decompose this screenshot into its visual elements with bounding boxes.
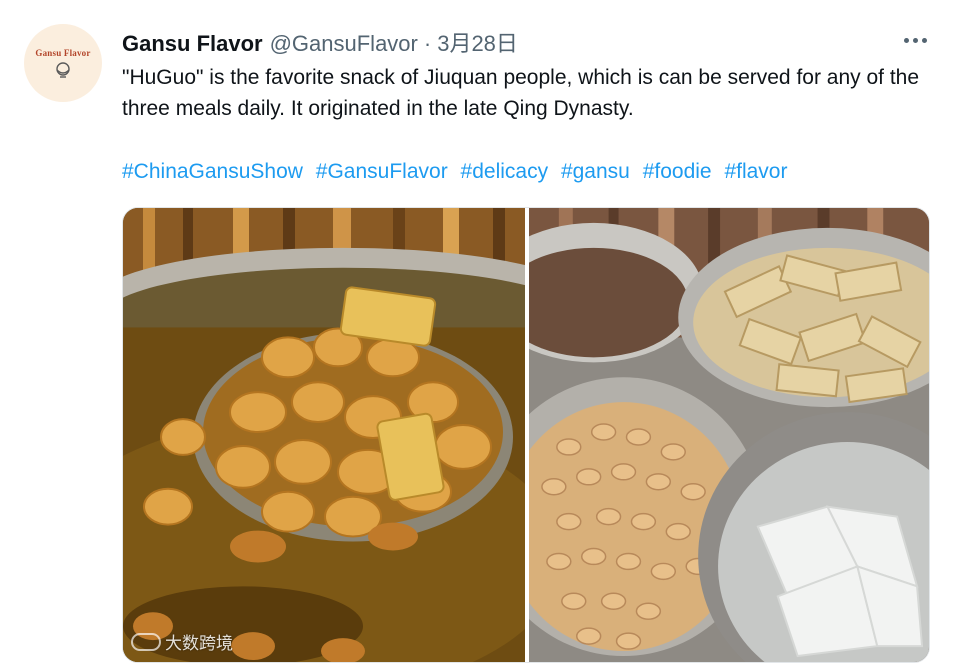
- avatar[interactable]: Gansu Flavor: [24, 24, 102, 102]
- tweet[interactable]: Gansu Flavor Gansu Flavor @GansuFlavor ·…: [0, 0, 957, 671]
- tweet-text: "HuGuo" is the favorite snack of Jiuquan…: [122, 66, 920, 120]
- bowl-icon: [56, 61, 70, 78]
- media-grid: 大数跨境: [122, 207, 930, 663]
- media-photo-ladle[interactable]: 大数跨境: [123, 208, 525, 662]
- hashtag-link[interactable]: #foodie: [643, 160, 712, 183]
- hashtag-link[interactable]: #GansuFlavor: [316, 160, 448, 183]
- tweet-header: Gansu Flavor @GansuFlavor · 3月28日: [122, 26, 518, 57]
- display-name[interactable]: Gansu Flavor: [122, 31, 263, 57]
- hashtag-link[interactable]: #delicacy: [461, 160, 549, 183]
- watermark: 大数跨境: [131, 629, 233, 654]
- media-photo-bowls[interactable]: [529, 208, 929, 662]
- more-options-icon[interactable]: [904, 38, 927, 43]
- hashtag-link[interactable]: #flavor: [724, 160, 787, 183]
- avatar-brand-text: Gansu Flavor: [35, 47, 91, 58]
- watermark-logo-icon: [131, 632, 161, 651]
- user-handle[interactable]: @GansuFlavor: [270, 31, 418, 57]
- hashtag-list: #ChinaGansuShow #GansuFlavor #delicacy #…: [122, 156, 787, 187]
- separator-dot: ·: [423, 31, 432, 56]
- hashtag-link[interactable]: #gansu: [561, 160, 630, 183]
- watermark-text: 大数跨境: [165, 634, 233, 653]
- timestamp-link[interactable]: 3月28日: [437, 26, 518, 58]
- hashtag-link[interactable]: #ChinaGansuShow: [122, 160, 303, 183]
